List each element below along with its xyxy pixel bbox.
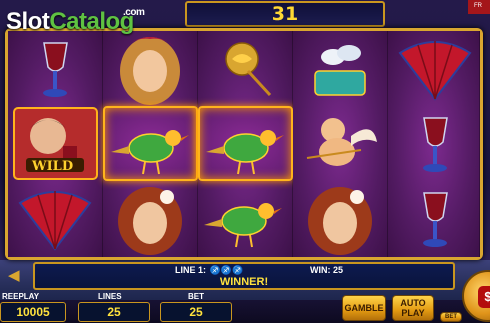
line-info: LINE 1: ♐♐♐ <box>175 265 244 276</box>
lines-value[interactable]: 25 <box>78 302 150 322</box>
symbol-wine-glass <box>8 31 103 106</box>
symbol-cupid <box>293 106 388 181</box>
symbol-wild-man: WILD <box>8 106 103 181</box>
reel-4 <box>293 31 388 257</box>
bet-small-button[interactable]: BET <box>440 312 462 322</box>
dollar-icon: $ <box>478 286 490 308</box>
slotcatalog-logo: SlotCatalog .com <box>6 7 145 40</box>
bet-label: BET <box>188 292 204 301</box>
logo-text-com: .com <box>123 7 145 18</box>
logo-text-catalog: Catalog <box>49 8 134 35</box>
symbol-golden-rose <box>198 31 293 106</box>
symbol-golden-bird <box>198 106 293 181</box>
reel-1: WILD <box>8 31 103 257</box>
reel-3 <box>198 31 293 257</box>
symbol-woman-redhead <box>103 181 198 256</box>
line-label: LINE 1: <box>175 265 207 275</box>
logo-text-slot: Slot <box>6 8 50 35</box>
autoplay-label-1: AUTO <box>400 298 426 308</box>
reel-2 <box>103 31 198 257</box>
symbol-golden-bird <box>198 181 293 256</box>
symbol-fan <box>388 31 483 106</box>
bet-value[interactable]: 25 <box>160 302 232 322</box>
symbol-golden-bird <box>103 106 198 181</box>
autoplay-button[interactable]: AUTO PLAY <box>392 295 434 321</box>
bird-mini-icon: ♐♐♐ <box>209 265 244 275</box>
symbol-doves-box <box>293 31 388 106</box>
symbol-woman-redhead <box>293 181 388 256</box>
left-arrow-icon: ◀ <box>8 267 20 284</box>
symbol-fan <box>8 181 103 256</box>
symbol-wine-glass <box>388 181 483 256</box>
win-info-bar: LINE 1: ♐♐♐ WIN: 25 WINNER! <box>33 262 455 290</box>
reel-frame: WILD <box>5 28 483 260</box>
reel-5 <box>388 31 480 257</box>
autoplay-label-2: PLAY <box>401 308 425 318</box>
symbol-wine-glass <box>388 106 483 181</box>
credits-display: 31 <box>185 1 385 27</box>
win-amount: WIN: 25 <box>310 265 344 275</box>
gamble-button[interactable]: GAMBLE <box>342 295 386 321</box>
freeplay-value: 10005 <box>0 302 66 322</box>
freeplay-label: REEPLAY <box>2 292 40 301</box>
symbol-woman-blonde <box>103 31 198 106</box>
corner-badge: FR <box>468 0 490 14</box>
winner-status: WINNER! <box>219 276 269 288</box>
wild-label: WILD <box>32 159 74 174</box>
lines-label: LINES <box>98 292 122 301</box>
